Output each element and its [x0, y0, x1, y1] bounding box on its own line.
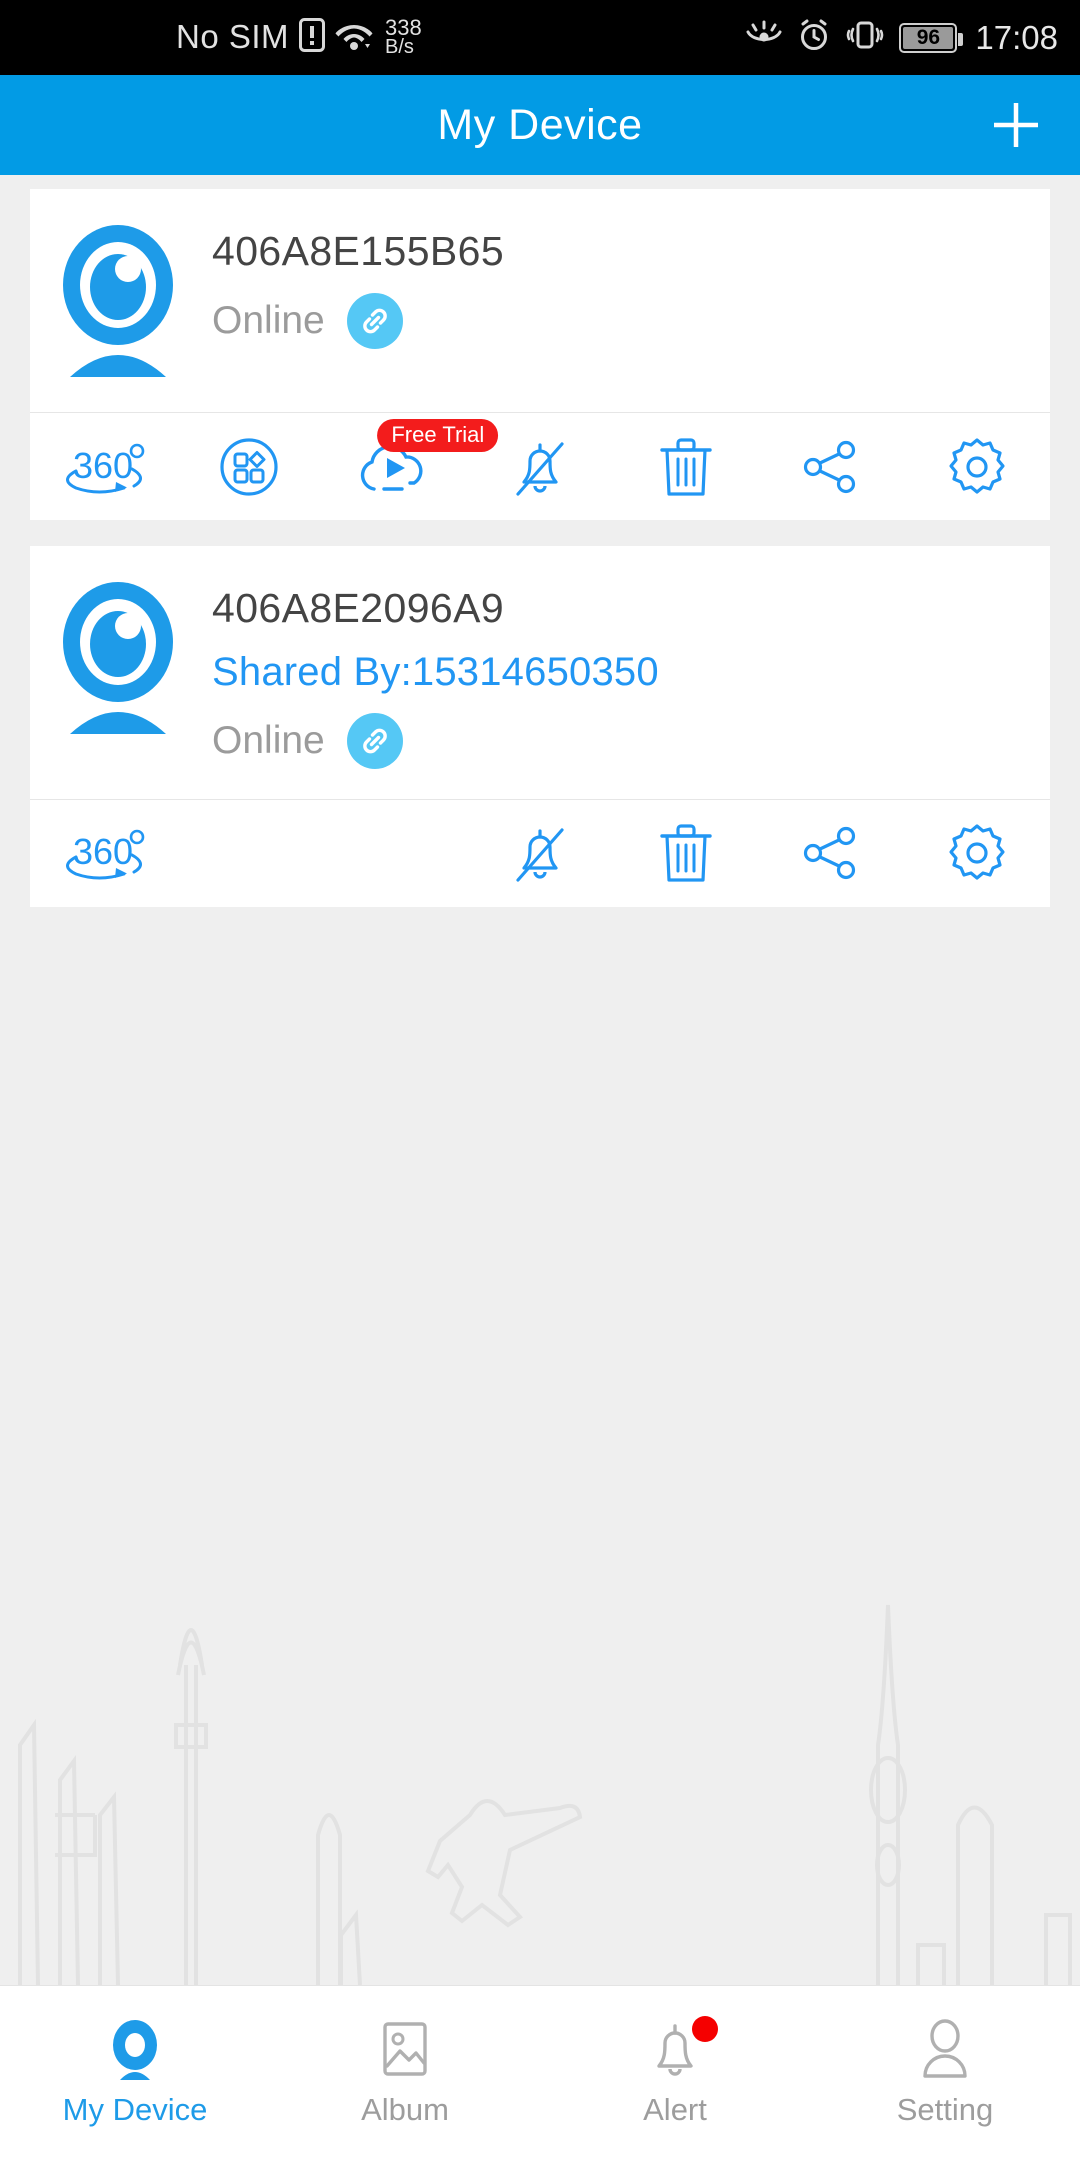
device-card[interactable]: 406A8E2096A9 Shared By:15314650350 Onlin…: [30, 546, 1050, 907]
tab-label: Alert: [643, 2092, 707, 2127]
camera-eye-icon: [52, 582, 184, 739]
image-icon: [375, 2018, 435, 2080]
tab-label: Setting: [896, 2092, 994, 2127]
tab-alert[interactable]: Alert: [540, 1986, 810, 2160]
action-360-rotate[interactable]: 360: [30, 800, 176, 907]
status-bar: No SIM 338 B/s 96 17:08: [0, 0, 1080, 75]
status-bar-left: No SIM 338 B/s: [176, 14, 422, 59]
device-shared-by: Shared By:15314650350: [212, 649, 659, 694]
device-status-row: Online: [212, 292, 504, 349]
tab-my-device[interactable]: My Device: [0, 1986, 270, 2160]
battery-icon: 96: [899, 22, 964, 53]
svg-text:360: 360: [73, 445, 133, 486]
device-info: 406A8E155B65 Online: [212, 225, 504, 349]
action-settings[interactable]: [904, 413, 1050, 520]
link-chain-icon[interactable]: [346, 712, 403, 769]
tab-label: Album: [361, 2092, 449, 2127]
alert-badge-dot: [692, 2016, 718, 2042]
device-list: 406A8E155B65 Online 360 Free Trial 406A8…: [0, 175, 1080, 907]
device-card-header[interactable]: 406A8E2096A9 Shared By:15314650350 Onlin…: [30, 546, 1050, 799]
tab-label: My Device: [62, 2092, 208, 2127]
bottom-navigation: My Device Album Alert Setting: [0, 1985, 1080, 2160]
device-name: 406A8E155B65: [212, 228, 505, 274]
app-header: My Device: [0, 75, 1080, 175]
network-speed: 338 B/s: [385, 14, 422, 59]
svg-text:360: 360: [73, 831, 133, 872]
action-delete[interactable]: [613, 800, 759, 907]
wifi-icon: [335, 19, 373, 56]
device-name: 406A8E2096A9: [212, 585, 505, 631]
action-share[interactable]: [759, 800, 905, 907]
action-delete[interactable]: [613, 413, 759, 520]
skyline-watermark: [0, 1565, 1080, 1986]
action-share[interactable]: [759, 413, 905, 520]
camera-eye-icon: [52, 225, 184, 382]
action-settings[interactable]: [904, 800, 1050, 907]
sim-card-alert-icon: [299, 17, 326, 57]
device-action-bar: 360: [30, 798, 1050, 907]
bell-icon: [646, 2016, 718, 2080]
tab-setting[interactable]: Setting: [810, 1986, 1080, 2160]
action-alert-muted[interactable]: [467, 800, 613, 907]
alarm-clock-icon: [797, 18, 831, 57]
device-action-bar: 360: [30, 412, 1050, 520]
plus-icon[interactable]: [980, 89, 1052, 161]
device-status-row: Online: [212, 712, 659, 769]
network-speed-unit: B/s: [385, 36, 414, 59]
page-title: My Device: [437, 100, 643, 149]
action-cloud-play[interactable]: Free Trial: [321, 413, 499, 520]
clock-label: 17:08: [975, 18, 1058, 56]
link-chain-icon[interactable]: [346, 292, 403, 349]
action-alert-muted[interactable]: [467, 413, 613, 520]
battery-level: 96: [916, 25, 941, 49]
carrier-label: No SIM: [176, 18, 290, 56]
device-info: 406A8E2096A9 Shared By:15314650350 Onlin…: [212, 582, 659, 769]
device-card[interactable]: 406A8E155B65 Online 360 Free Trial: [30, 189, 1050, 520]
device-status: Online: [212, 718, 325, 762]
action-360-rotate[interactable]: 360: [30, 413, 176, 520]
camera-eye-icon: [106, 2018, 164, 2080]
device-status: Online: [212, 298, 325, 342]
action-functions-grid[interactable]: [176, 413, 322, 520]
device-card-header[interactable]: 406A8E155B65 Online: [30, 189, 1050, 412]
vibrate-icon: [845, 19, 885, 56]
status-bar-right: 96 17:08: [745, 18, 1058, 57]
person-icon: [916, 2018, 974, 2080]
network-speed-value: 338: [385, 14, 422, 40]
eye-comfort-icon: [745, 20, 783, 55]
tab-album[interactable]: Album: [270, 1986, 540, 2160]
